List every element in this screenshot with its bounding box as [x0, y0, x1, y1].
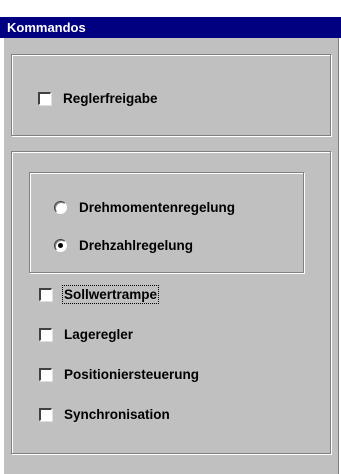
controller-enable-checkbox[interactable]: Reglerfreigabe	[38, 89, 158, 107]
checkbox-label: Sollwertrampe	[61, 284, 160, 304]
control-mode-radio-group: Drehmomentenregelung Drehzahlregelung	[29, 172, 304, 273]
control-mode-group-box: Drehmomentenregelung Drehzahlregelung So…	[11, 151, 331, 454]
checkbox-box[interactable]	[38, 91, 51, 105]
setpoint-ramp-checkbox[interactable]: Sollwertrampe	[39, 284, 160, 304]
checkbox-box[interactable]	[39, 327, 52, 341]
checkbox-box[interactable]	[39, 287, 52, 301]
synchronization-checkbox[interactable]: Synchronisation	[39, 405, 170, 423]
checkbox-box[interactable]	[39, 407, 52, 421]
checkbox-label: Positioniersteuerung	[64, 366, 200, 382]
radio-label: Drehmomentenregelung	[79, 199, 236, 215]
checkbox-box[interactable]	[39, 367, 52, 381]
radio-label: Drehzahlregelung	[79, 237, 194, 253]
enable-group-box: Reglerfreigabe	[11, 54, 331, 136]
checkbox-label: Synchronisation	[64, 406, 170, 422]
positioning-control-checkbox[interactable]: Positioniersteuerung	[39, 365, 199, 383]
radio-button[interactable]	[54, 200, 67, 214]
commands-panel: Reglerfreigabe Drehmomentenregelung Dreh…	[2, 38, 339, 474]
checkbox-label: Lageregler	[64, 326, 134, 342]
window-title: Kommandos	[0, 17, 341, 38]
torque-control-radio[interactable]: Drehmomentenregelung	[54, 198, 235, 216]
radio-button-selected[interactable]	[54, 238, 67, 252]
commands-window: Kommandos Reglerfreigabe Drehmomentenreg…	[0, 0, 341, 474]
position-controller-checkbox[interactable]: Lageregler	[39, 325, 133, 343]
speed-control-radio[interactable]: Drehzahlregelung	[54, 236, 193, 254]
checkbox-label: Reglerfreigabe	[63, 90, 158, 106]
